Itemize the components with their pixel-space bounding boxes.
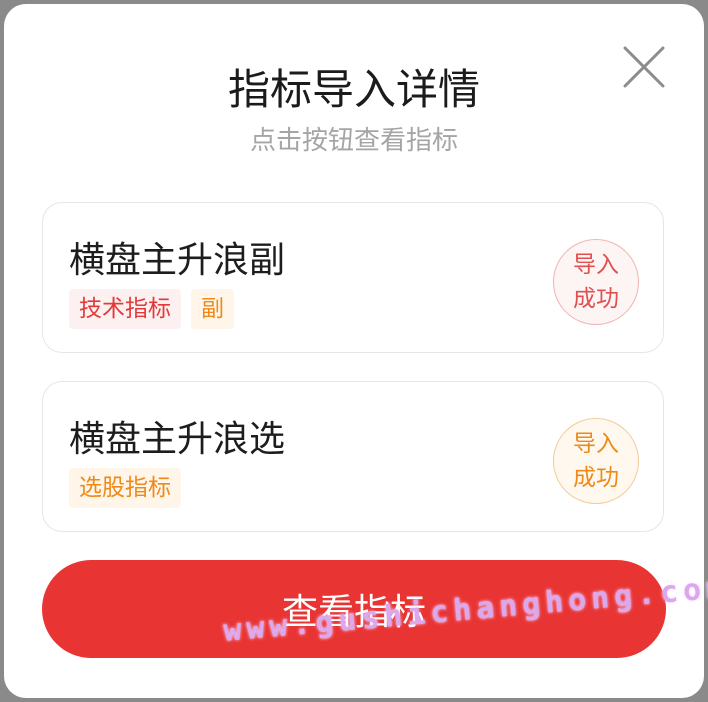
- dialog-title: 指标导入详情: [227, 65, 480, 114]
- stamp-line-2: 成功: [573, 286, 619, 312]
- stamp-line-2: 成功: [573, 465, 619, 491]
- indicator-type-tag: 技术指标: [69, 289, 181, 329]
- indicator-name: 横盘主升浪副: [69, 240, 286, 281]
- stamp-line-1: 导入: [573, 431, 619, 457]
- indicator-card: 横盘主升浪选 选股指标 导入 成功: [42, 381, 664, 532]
- import-success-stamp: 导入 成功: [553, 418, 639, 504]
- import-details-dialog: 指标导入详情 点击按钮查看指标 横盘主升浪副 技术指标 副 导入 成功 横盘主升…: [4, 4, 704, 698]
- indicator-type-tag: 选股指标: [69, 468, 181, 508]
- indicator-name: 横盘主升浪选: [69, 419, 286, 460]
- indicator-subtype-tag: 副: [191, 289, 234, 329]
- indicator-card: 横盘主升浪副 技术指标 副 导入 成功: [42, 202, 664, 353]
- import-success-stamp: 导入 成功: [553, 239, 639, 325]
- stamp-line-1: 导入: [573, 252, 619, 278]
- indicator-tags: 选股指标: [69, 468, 181, 508]
- indicator-tags: 技术指标 副: [69, 289, 234, 329]
- close-icon[interactable]: [619, 42, 669, 92]
- view-indicators-button[interactable]: 查看指标: [42, 560, 666, 658]
- dialog-subtitle: 点击按钮查看指标: [249, 126, 458, 156]
